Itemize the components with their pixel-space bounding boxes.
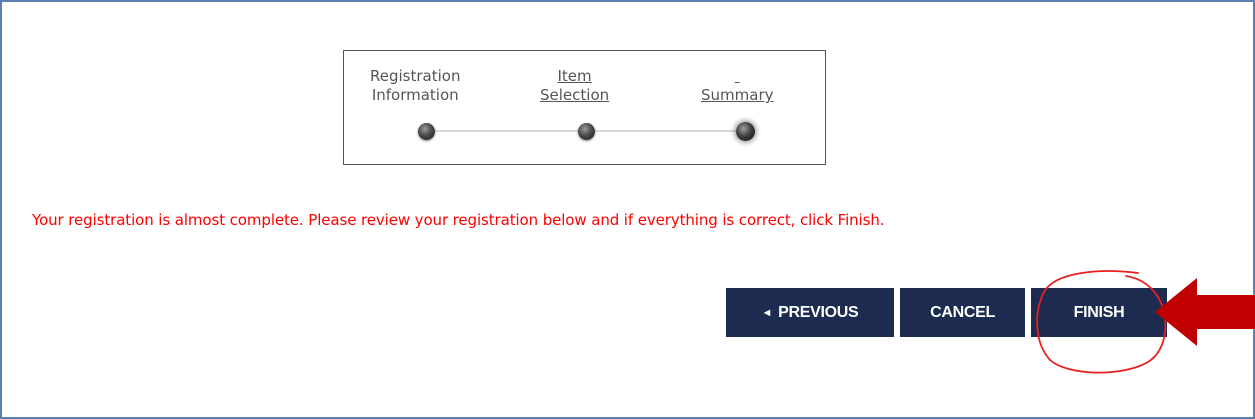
registration-progress-wizard: Registration Information Item Selection … xyxy=(343,50,826,165)
step-label-line2: Selection xyxy=(540,86,610,104)
previous-button-label: PREVIOUS xyxy=(778,303,859,321)
cancel-button-label: CANCEL xyxy=(930,303,995,321)
step-label-line1: Registration xyxy=(370,67,461,85)
step-item-selection-link[interactable]: Item Selection xyxy=(540,67,609,105)
previous-button[interactable]: ◄ PREVIOUS xyxy=(726,288,894,337)
step-dot-2 xyxy=(578,123,595,140)
step-dot-3-current xyxy=(736,122,755,141)
step-label-line2: Summary xyxy=(701,86,774,104)
left-triangle-icon: ◄ xyxy=(761,306,773,319)
cancel-button[interactable]: CANCEL xyxy=(900,288,1025,337)
step-dot-1 xyxy=(418,123,435,140)
review-instruction-message: Your registration is almost complete. Pl… xyxy=(32,211,885,229)
step-label-line2: Information xyxy=(371,86,459,104)
step-summary-link[interactable]: Summary xyxy=(701,67,774,105)
red-arrow-icon xyxy=(1155,278,1255,346)
step-label-line1: Item xyxy=(557,67,592,85)
step-registration-information: Registration Information xyxy=(370,67,460,105)
step-label-line1 xyxy=(701,67,774,86)
step-connector xyxy=(434,130,582,132)
step-connector xyxy=(594,130,744,132)
